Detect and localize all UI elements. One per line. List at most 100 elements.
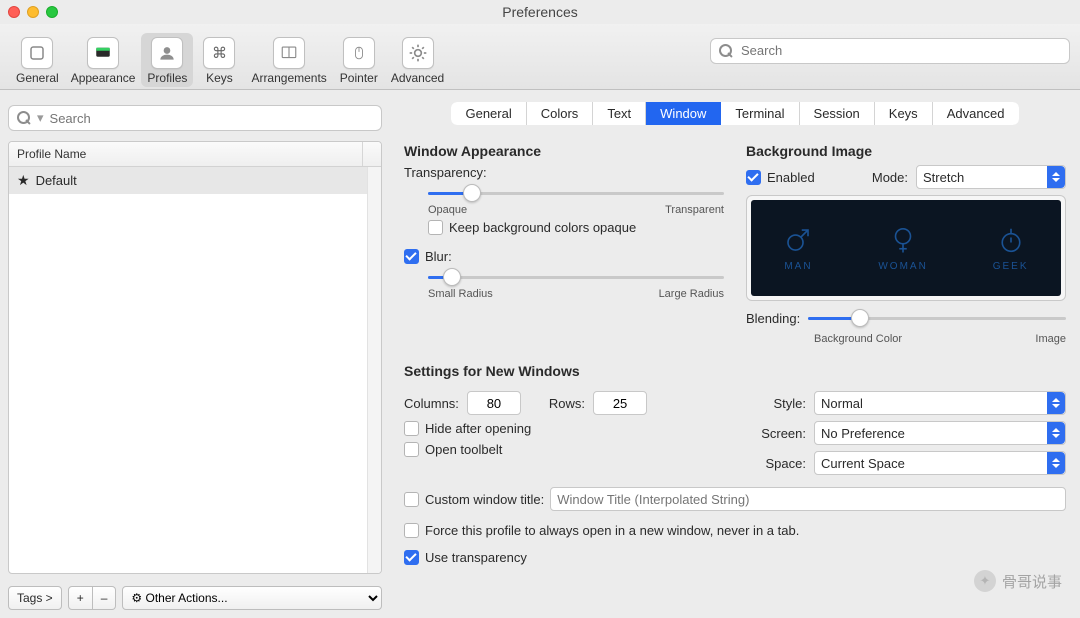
open-toolbelt-check[interactable]: Open toolbelt (404, 442, 724, 457)
hide-after-check[interactable]: Hide after opening (404, 421, 724, 436)
transparency-max-label: Transparent (665, 204, 724, 216)
blending-min-label: Background Color (814, 333, 902, 345)
toolbar-appearance[interactable]: Appearance (65, 33, 142, 87)
profile-table-header[interactable]: Profile Name (9, 142, 381, 167)
toolbar-search[interactable] (710, 38, 1070, 64)
tab-session[interactable]: Session (800, 102, 875, 125)
newwindows-title: Settings for New Windows (404, 363, 1066, 379)
checkbox-icon (404, 492, 419, 507)
profile-name-header[interactable]: Profile Name (9, 142, 363, 166)
blur-check[interactable]: Blur: (404, 249, 724, 264)
tab-advanced[interactable]: Advanced (933, 102, 1019, 125)
stepper-icon (1047, 392, 1065, 414)
mode-label: Mode: (872, 170, 908, 185)
window-title: Preferences (0, 4, 1080, 20)
remove-profile-button[interactable]: – (93, 586, 117, 610)
profile-table: Profile Name ★ Default (8, 141, 382, 574)
transparency-slider[interactable] (428, 184, 724, 202)
toolbar-keys-label: Keys (206, 71, 233, 85)
rows-label: Rows: (549, 396, 585, 411)
profile-bottom-controls: Tags > + – ⚙ Other Actions... (8, 586, 382, 610)
tab-general[interactable]: General (451, 102, 526, 125)
toolbar-profiles[interactable]: Profiles (141, 33, 193, 87)
general-icon (21, 37, 53, 69)
other-actions-select[interactable]: ⚙ Other Actions... (122, 586, 382, 610)
blur-label: Blur: (425, 249, 452, 264)
appearance-icon (87, 37, 119, 69)
tab-colors[interactable]: Colors (527, 102, 594, 125)
checkbox-icon (404, 442, 419, 457)
bgimage-preview[interactable]: MAN WOMAN GEEK (746, 195, 1066, 301)
profile-search[interactable]: ▾ (8, 105, 382, 131)
toolbar-profiles-label: Profiles (147, 71, 187, 85)
custom-title-check[interactable]: Custom window title: (404, 487, 1066, 511)
toolbar-arrangements[interactable]: Arrangements (245, 33, 332, 87)
profile-list[interactable]: ★ Default (9, 167, 367, 573)
preview-woman-icon: WOMAN (878, 225, 927, 272)
arrangements-icon (273, 37, 305, 69)
custom-title-label: Custom window title: (425, 492, 544, 507)
toolbar-advanced-label: Advanced (391, 71, 444, 85)
blur-max-label: Large Radius (659, 288, 724, 300)
profiles-icon (151, 37, 183, 69)
star-icon: ★ (17, 172, 30, 189)
stepper-icon (1047, 452, 1065, 474)
checkbox-icon (404, 421, 419, 436)
add-profile-button[interactable]: + (68, 586, 93, 610)
transparency-label: Transparency: (404, 165, 724, 180)
rows-input[interactable] (593, 391, 647, 415)
blending-max-label: Image (1035, 333, 1066, 345)
window-appearance-title: Window Appearance (404, 143, 724, 159)
bgimage-enabled-label: Enabled (767, 170, 815, 185)
toolbar-arrangements-label: Arrangements (251, 71, 326, 85)
profile-search-input[interactable] (48, 110, 373, 127)
checkbox-icon (404, 550, 419, 565)
tab-text[interactable]: Text (593, 102, 646, 125)
scrollbar[interactable] (367, 167, 381, 573)
use-transparency-check[interactable]: Use transparency (404, 550, 1066, 565)
hide-after-label: Hide after opening (425, 421, 531, 436)
profile-settings-panel: General Colors Text Window Terminal Sess… (390, 90, 1080, 618)
toolbar-pointer[interactable]: Pointer (333, 33, 385, 87)
screen-select[interactable]: No Preference (814, 421, 1066, 445)
mode-select[interactable]: Stretch (916, 165, 1066, 189)
open-toolbelt-label: Open toolbelt (425, 442, 502, 457)
tab-terminal[interactable]: Terminal (721, 102, 799, 125)
search-icon (17, 111, 31, 125)
chevron-down-icon[interactable]: ▾ (37, 110, 44, 126)
tab-keys[interactable]: Keys (875, 102, 933, 125)
style-select[interactable]: Normal (814, 391, 1066, 415)
main-toolbar: General Appearance Profiles ⌘ Keys Arran… (0, 24, 1080, 90)
style-label: Style: (746, 396, 806, 411)
pointer-icon (343, 37, 375, 69)
checkbox-icon (428, 220, 443, 235)
toolbar-search-input[interactable] (739, 42, 1061, 59)
blending-slider[interactable] (808, 309, 1066, 327)
toolbar-keys[interactable]: ⌘ Keys (193, 33, 245, 87)
tab-window[interactable]: Window (646, 102, 721, 125)
force-newwindow-check[interactable]: Force this profile to always open in a n… (404, 523, 1066, 538)
blur-min-label: Small Radius (428, 288, 493, 300)
blur-slider[interactable] (428, 268, 724, 286)
profile-name: Default (36, 173, 77, 188)
stepper-icon (1047, 422, 1065, 444)
transparency-min-label: Opaque (428, 204, 467, 216)
mode-value: Stretch (923, 170, 964, 185)
use-transparency-label: Use transparency (425, 550, 527, 565)
bgimage-enabled-check[interactable]: Enabled (746, 170, 815, 185)
checkbox-icon (746, 170, 761, 185)
profile-row-default[interactable]: ★ Default (9, 167, 367, 194)
blending-label: Blending: (746, 311, 800, 326)
tags-button[interactable]: Tags > (8, 586, 62, 610)
keep-opaque-check[interactable]: Keep background colors opaque (428, 220, 724, 235)
toolbar-general[interactable]: General (10, 33, 65, 87)
style-value: Normal (821, 396, 863, 411)
space-value: Current Space (821, 456, 905, 471)
space-select[interactable]: Current Space (814, 451, 1066, 475)
columns-input[interactable] (467, 391, 521, 415)
toolbar-general-label: General (16, 71, 59, 85)
search-icon (719, 44, 733, 58)
titlebar: Preferences (0, 0, 1080, 24)
toolbar-advanced[interactable]: Advanced (385, 33, 450, 87)
custom-title-input[interactable] (550, 487, 1066, 511)
